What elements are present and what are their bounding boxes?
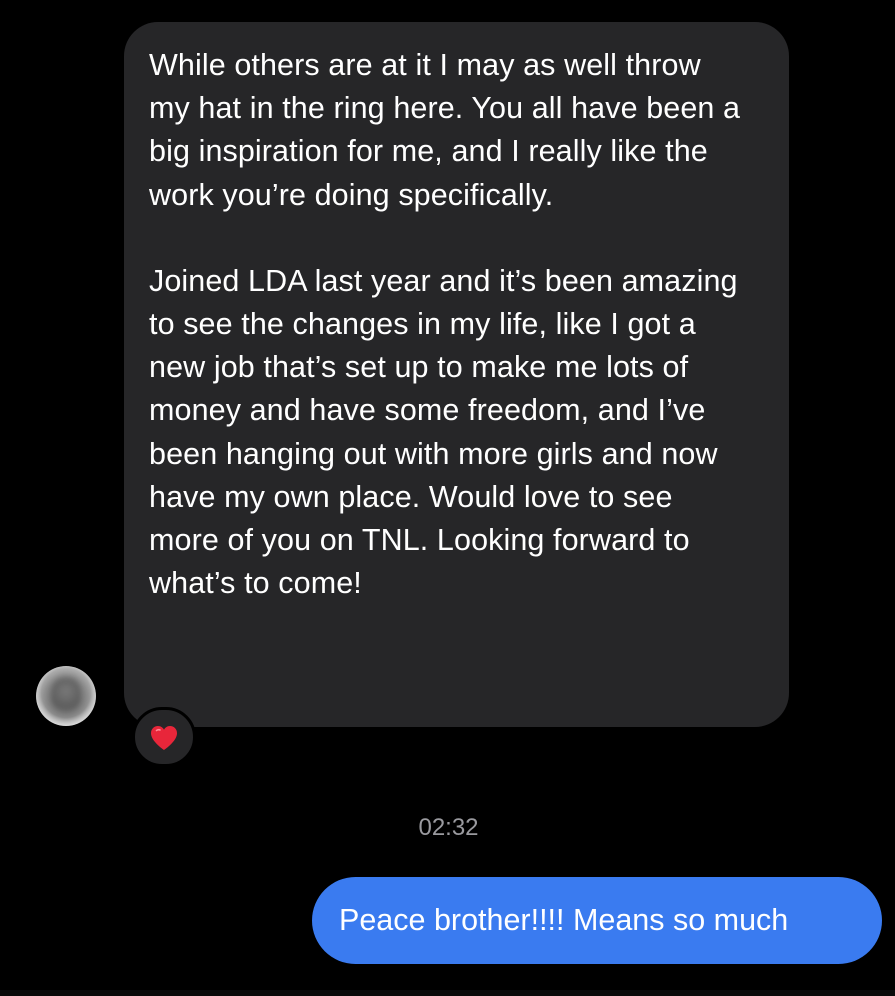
red-heart-icon	[151, 725, 177, 750]
sender-avatar[interactable]	[36, 666, 96, 726]
message-paragraph-1: While others are at it I may as well thr…	[149, 48, 741, 212]
outgoing-message-bubble[interactable]: Peace brother!!!! Means so much	[312, 877, 882, 964]
incoming-message-bubble[interactable]: While others are at it I may as well thr…	[124, 22, 789, 727]
avatar-edge	[36, 666, 96, 726]
timestamp-text: 02:32	[418, 814, 479, 841]
outgoing-message-text: Peace brother!!!! Means so much	[339, 903, 789, 937]
bottom-divider	[0, 990, 895, 996]
message-paragraph-2: Joined LDA last year and it’s been amazi…	[149, 263, 738, 601]
message-thread: While others are at it I may as well thr…	[0, 0, 895, 996]
heart-reaction[interactable]	[132, 707, 196, 767]
message-timestamp: 02:32	[0, 810, 895, 846]
